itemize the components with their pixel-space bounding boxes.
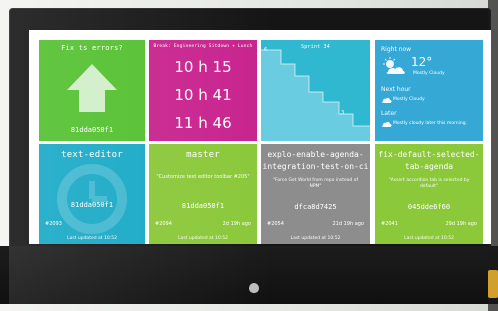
commit-hash: dfca8d7425 — [294, 203, 337, 211]
build-id: #2093 — [45, 221, 62, 227]
next-hour-status: Mostly Cloudy — [393, 97, 425, 102]
build-id: #2094 — [155, 221, 172, 227]
next-hour-label: Next hour — [381, 86, 411, 93]
time-ago: 21d 19h ago — [332, 221, 364, 227]
later-label: Later — [381, 110, 397, 117]
commit-hash: 045dde6f60 — [407, 203, 451, 211]
right-value: 3 — [341, 110, 345, 116]
commit-message-line1: "Force Get World from repo instead of — [272, 178, 359, 183]
tile-times: Break: Engineering Sitdown + Lunch 10 h … — [149, 40, 257, 141]
dashboard-screen: Fix ts errors? 81dda050f1 Break: Enginee… — [29, 30, 491, 244]
tile-title: Break: Engineering Sitdown + Lunch — [153, 44, 253, 49]
monitor-chin — [0, 246, 498, 304]
commit-hash: 81dda050f1 — [70, 126, 114, 134]
commit-hash: 81dda050f1 — [181, 202, 225, 210]
tile-title-line1: fix-default-selected- — [378, 150, 480, 159]
updated-at: Last updated at 10:52 — [67, 236, 117, 241]
sticker — [488, 270, 498, 298]
commit-message-line1: "Assert accordion tab is selected by — [388, 178, 470, 183]
updated-at: Last updated at 10:52 — [404, 236, 454, 241]
apple-logo — [249, 283, 259, 293]
tile-title-line2: integration-test-on-ci — [262, 162, 369, 171]
right-now-label: Right now — [381, 46, 412, 53]
sprint-burndown-chart — [261, 49, 370, 141]
clock-icon — [57, 164, 127, 234]
tile-title: master — [186, 150, 220, 160]
temperature: 12° — [411, 55, 433, 69]
tile-text-editor: text-editor 81dda050f1 #2093 Last update… — [39, 144, 145, 244]
sun-cloud-icon — [383, 57, 405, 74]
cloud-icon — [382, 97, 392, 103]
time-3: 11 h 46 — [174, 114, 232, 132]
build-id: #2041 — [381, 221, 398, 227]
time-ago: 2d 19h ago — [222, 221, 251, 227]
time-ago: 29d 19h ago — [445, 221, 477, 227]
status-now: Mostly Cloudy — [413, 71, 445, 76]
tile-ts-errors: Fix ts errors? 81dda050f1 — [39, 40, 145, 141]
tile-weather: Right now 12° Mostly Cloudy Next hour Mo… — [375, 40, 483, 141]
commit-message-line2: NPM" — [309, 184, 322, 189]
tile-master: master "Customize text editor toolbar #2… — [149, 144, 257, 244]
updated-at: Last updated at 10:52 — [290, 236, 341, 241]
updated-at: Last updated at 10:52 — [178, 236, 228, 241]
commit-message-line2: default" — [420, 184, 438, 189]
time-2: 10 h 41 — [174, 86, 232, 104]
tile-sprint: Sprint 34 6 3 — [261, 40, 370, 141]
cloud-icon — [382, 121, 392, 127]
time-1: 10 h 15 — [174, 58, 232, 76]
later-status: Mostly cloudy later this morning. — [393, 121, 467, 126]
tile-explo-enable: explo-enable-agenda- integration-test-on… — [261, 144, 370, 244]
tile-fix-default: fix-default-selected- tab-agenda "Assert… — [375, 144, 483, 244]
tile-title-line1: explo-enable-agenda- — [267, 150, 364, 159]
commit-hash: 81dda050f1 — [70, 201, 114, 209]
commit-message: "Customize text editor toolbar #205" — [156, 174, 250, 180]
build-id: #2054 — [267, 221, 284, 227]
tile-title-line2: tab-agenda — [404, 162, 454, 171]
